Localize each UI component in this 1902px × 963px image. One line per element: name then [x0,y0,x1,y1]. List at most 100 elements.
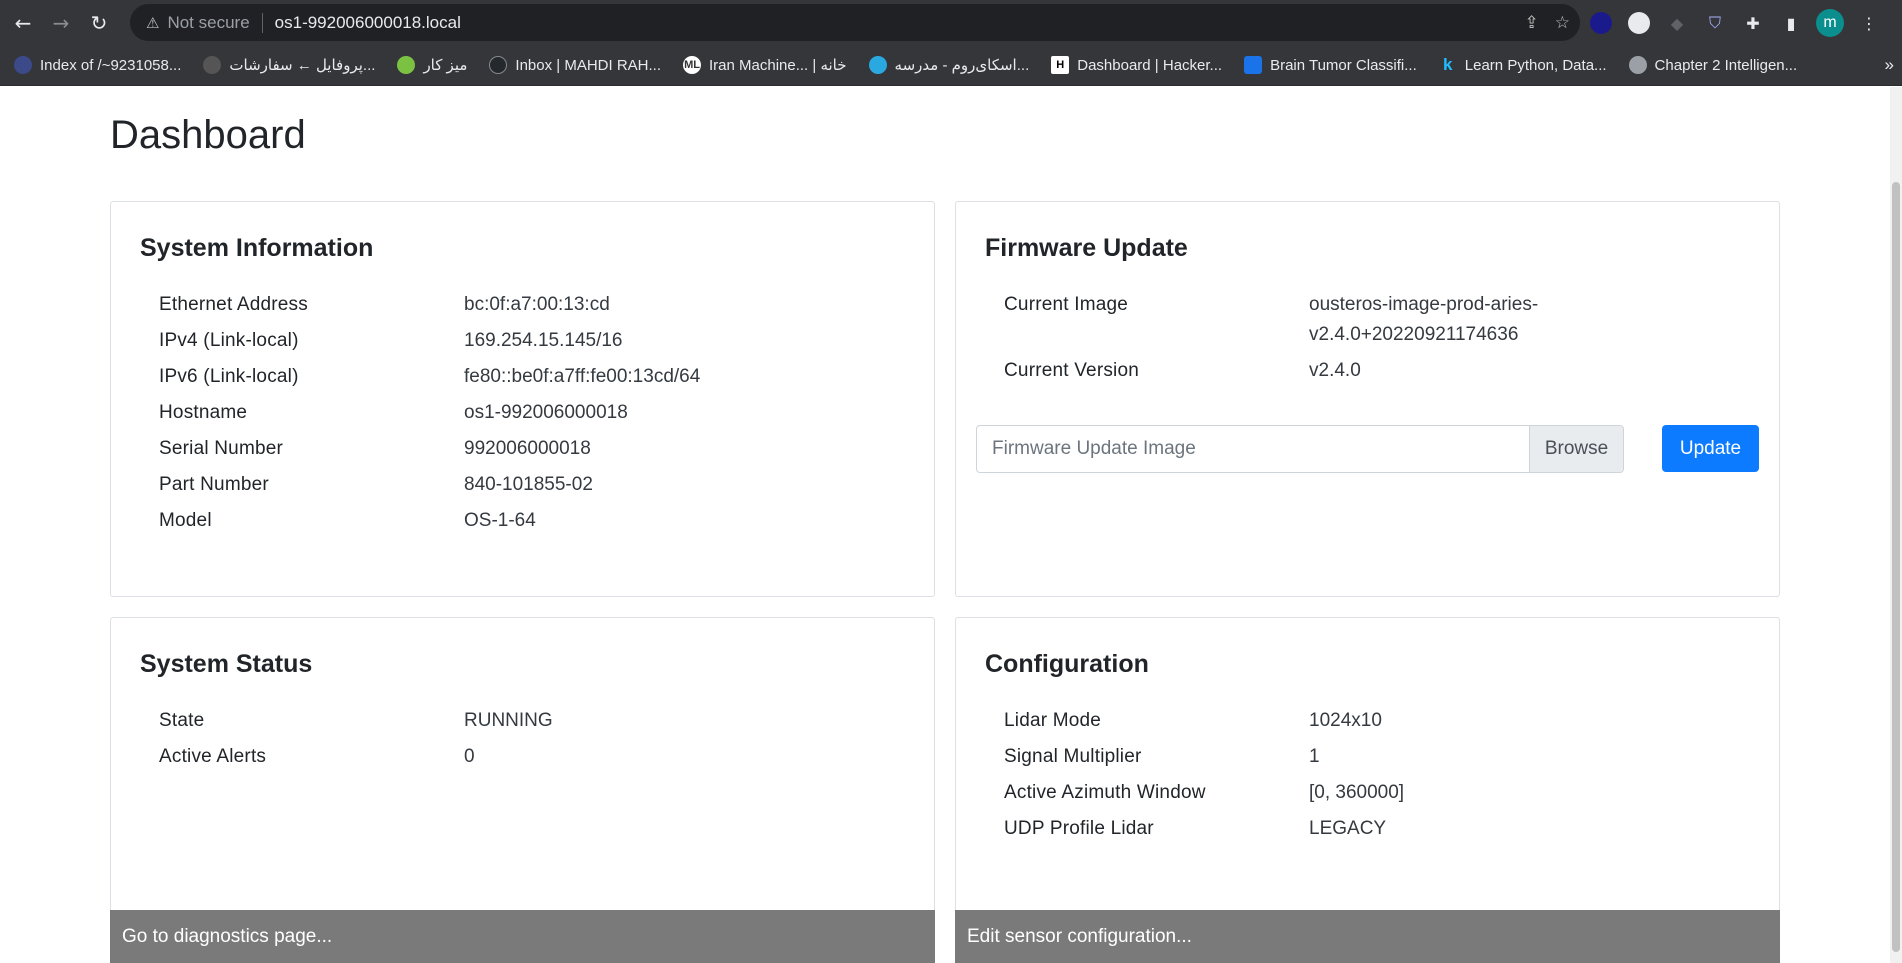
bookmark-item[interactable]: k Learn Python, Data... [1439,55,1607,74]
github-icon [489,56,508,74]
info-key: Ethernet Address [159,294,308,315]
reload-icon[interactable]: ↻ [84,8,114,38]
card-title: Firmware Update [985,234,1188,262]
bookmark-item[interactable]: پروفایل ← سفارشات... [203,56,375,74]
config-row: UDP Profile Lidar LEGACY [1004,814,1764,850]
bookmark-item[interactable]: Brain Tumor Classifi... [1244,56,1417,74]
info-value: 992006000018 [464,438,591,459]
bookmark-label: Learn Python, Data... [1464,56,1607,74]
browser-toolbar: ← → ↻ ⚠ Not secure os1-992006000018.loca… [0,0,1902,45]
info-row: Ethernet Address bc:0f:a7:00:13:cd [159,290,919,326]
bookmark-item[interactable]: Chapter 2 Intelligen... [1628,56,1798,74]
info-row: Hostname os1-992006000018 [159,398,919,434]
update-button[interactable]: Update [1662,425,1759,472]
status-row: Active Alerts 0 [159,742,919,778]
bookmark-item[interactable]: Inbox | MAHDI RAH... [489,56,661,74]
bookmark-item[interactable]: میز کار [397,56,467,74]
ml-icon: ML [683,56,702,74]
firmware-row: Current Image ousteros-image-prod-aries-… [1004,290,1764,356]
page-content: Dashboard System Information Ethernet Ad… [0,87,1902,963]
globe-icon [14,56,32,74]
address-bar-actions: ⇪ ☆ [1525,4,1571,41]
bookmark-label: میز کار [423,57,468,74]
puzzle-icon[interactable]: ✚ [1740,10,1766,36]
config-row: Lidar Mode 1024x10 [1004,706,1764,742]
current-image-line: v2.4.0+20220921174636 [1309,324,1519,345]
system-information-list: Ethernet Address bc:0f:a7:00:13:cd IPv4 (… [159,290,919,542]
security-status[interactable]: Not secure [167,13,249,33]
firmware-row: Current Version v2.4.0 [1004,356,1764,392]
info-row: Part Number 840-101855-02 [159,470,919,506]
file-input-placeholder: Firmware Update Image [992,438,1196,459]
info-row: Serial Number 992006000018 [159,434,919,470]
info-value: os1-992006000018 [464,402,628,423]
info-value: bc:0f:a7:00:13:cd [464,294,610,315]
config-row: Active Azimuth Window [0, 360000] [1004,778,1764,814]
firmware-key: Current Image [1004,294,1129,315]
edit-configuration-link[interactable]: Edit sensor configuration... [955,910,1780,963]
share-icon[interactable]: ⇪ [1525,13,1539,33]
star-icon[interactable]: ☆ [1555,13,1570,33]
status-key: State [159,710,205,731]
extension-dot-icon[interactable] [1588,10,1614,36]
firmware-key: Current Version [1004,360,1140,381]
leaf-icon [397,56,416,74]
info-key: Serial Number [159,438,284,459]
forward-arrow-icon[interactable]: → [46,8,76,38]
info-value: 840-101855-02 [464,474,593,495]
bookmark-label: Index of /~9231058... [40,56,182,74]
info-value: fe80::be0f:a7ff:fe00:13cd/64 [464,366,701,387]
kebab-menu-icon[interactable]: ⋮ [1856,10,1882,36]
profile-avatar[interactable]: m [1816,9,1844,37]
info-row: Model OS-1-64 [159,506,919,542]
stack-icon [1244,56,1263,74]
status-value: RUNNING [464,710,553,731]
card-title: System Status [140,650,313,678]
bookmark-item[interactable]: اسکای‌روم - مدرسه... [868,56,1029,74]
scrollbar-thumb[interactable] [1892,182,1900,952]
info-row: IPv6 (Link-local) fe80::be0f:a7ff:fe00:13… [159,362,919,398]
back-arrow-icon[interactable]: ← [8,8,38,38]
bookmark-label: Dashboard | Hacker... [1077,56,1223,74]
bookmark-label: Brain Tumor Classifi... [1270,56,1417,74]
info-key: Hostname [159,402,248,423]
firmware-value: v2.4.0 [1309,360,1361,381]
url-text[interactable]: os1-992006000018.local [275,13,461,33]
status-key: Active Alerts [159,746,267,767]
config-key: Lidar Mode [1004,710,1102,731]
config-value: 1 [1309,746,1320,767]
page-scrollbar[interactable] [1890,87,1902,963]
address-divider [261,12,263,33]
card-title: Configuration [985,650,1149,678]
config-key: Signal Multiplier [1004,746,1142,767]
config-row: Signal Multiplier 1 [1004,742,1764,778]
diagnostics-link[interactable]: Go to diagnostics page... [110,910,935,963]
configuration-list: Lidar Mode 1024x10 Signal Multiplier 1 Act… [1004,706,1764,850]
globe-icon [1628,56,1647,74]
configuration-card: Configuration Lidar Mode 1024x10 Signal M… [955,617,1780,963]
extension-diamond-icon[interactable]: ◆ [1664,10,1690,36]
firmware-update-card: Firmware Update Current Image ousteros-i… [955,201,1780,597]
info-key: IPv6 (Link-local) [159,366,299,387]
chevron-right-icon[interactable]: » [1885,55,1894,75]
bookmark-item[interactable]: H Dashboard | Hacker... [1051,56,1222,74]
info-row: IPv4 (Link-local) 169.254.15.145/16 [159,326,919,362]
side-panel-icon[interactable]: ▮ [1778,10,1804,36]
bookmark-item[interactable]: ML Iran Machine... | خانه [683,56,847,74]
bookmark-label: Chapter 2 Intelligen... [1654,56,1798,74]
bookmark-item[interactable]: Index of /~9231058... [14,56,181,74]
system-status-card: System Status State RUNNING Active Alerts… [110,617,935,963]
bookmark-label: Inbox | MAHDI RAH... [515,56,662,74]
config-value: LEGACY [1309,818,1387,839]
bird-icon [868,56,887,74]
warning-icon[interactable]: ⚠ [146,14,159,32]
status-value: 0 [464,746,475,767]
extensions-area: ◆ ⛉ ✚ ▮ m ⋮ [1588,8,1882,38]
firmware-value: ousteros-image-prod-aries- v2.4.0+202209… [1309,290,1538,350]
extension-shield-icon[interactable]: ⛉ [1702,10,1728,36]
firmware-file-input[interactable]: Firmware Update Image Browse [976,425,1624,473]
address-bar[interactable]: ⚠ Not secure os1-992006000018.local ⇪ ☆ [130,4,1580,41]
browse-button[interactable]: Browse [1529,426,1623,472]
config-value: 1024x10 [1309,710,1382,731]
extension-feather-icon[interactable] [1626,10,1652,36]
